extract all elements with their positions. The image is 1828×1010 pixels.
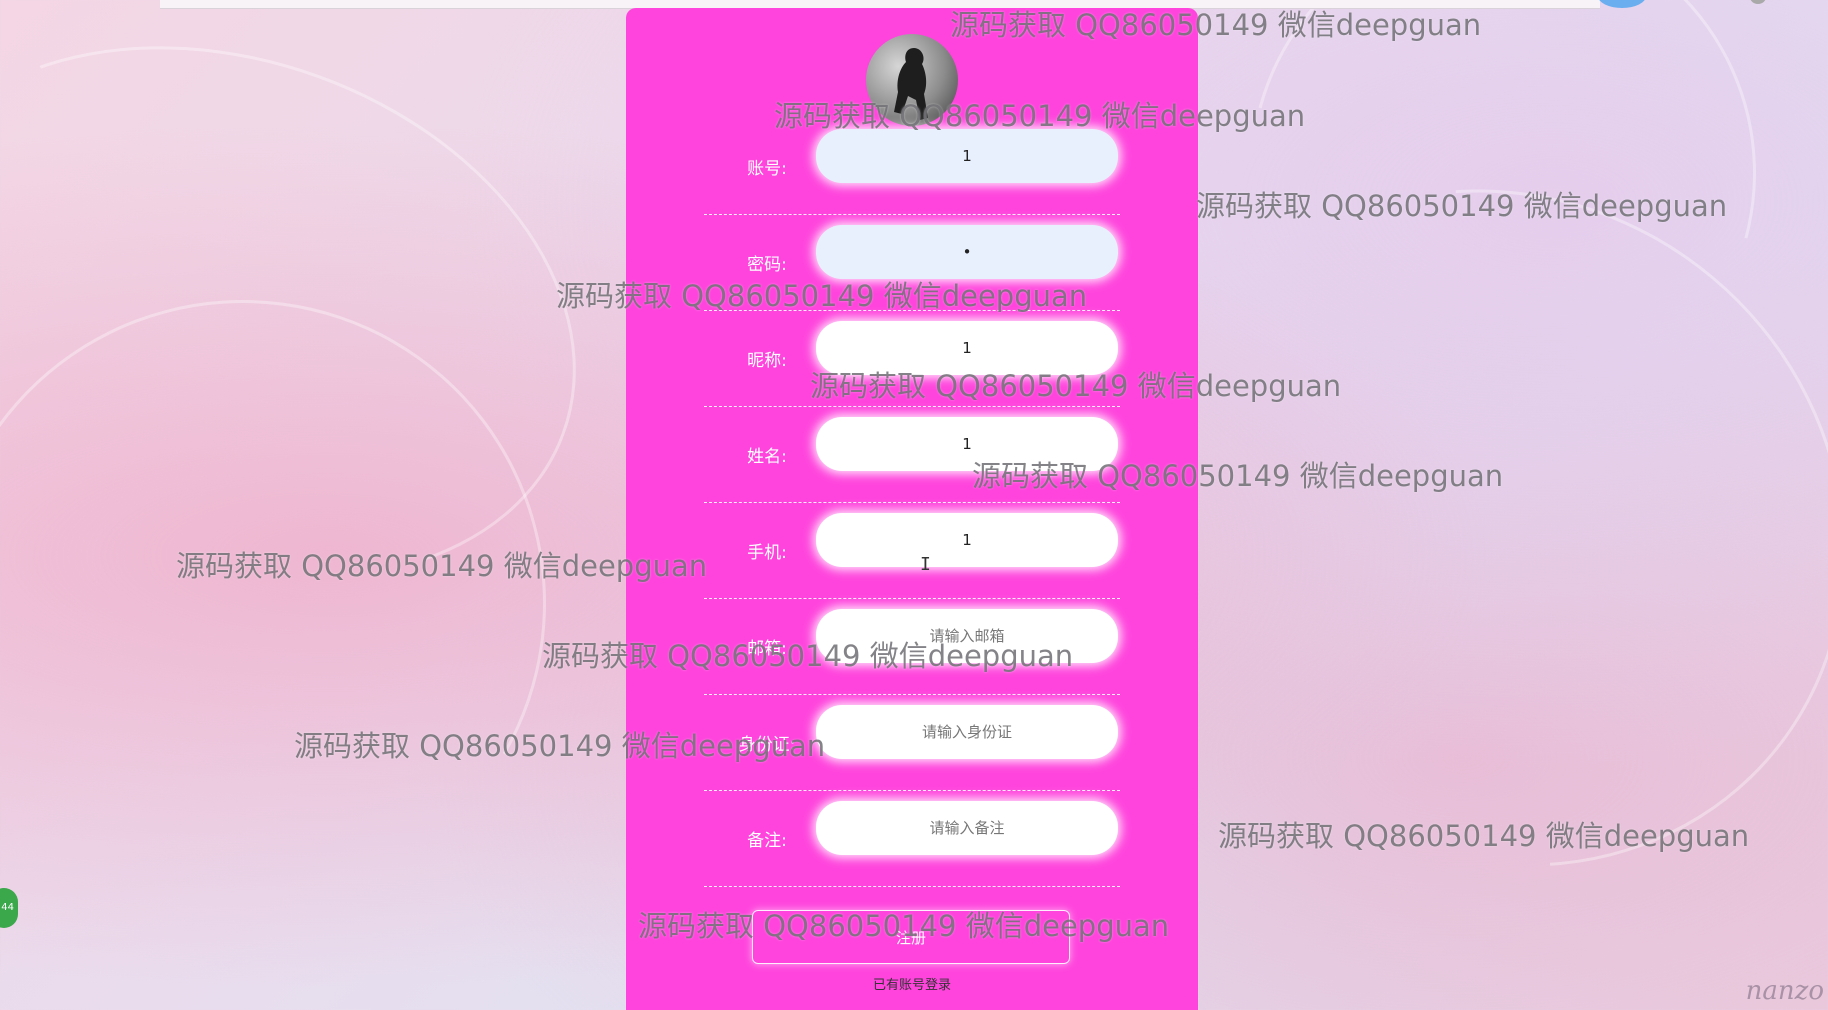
form-row-password: 密码: xyxy=(704,214,1120,311)
remark-input[interactable] xyxy=(816,801,1118,855)
side-floating-badge[interactable]: 44 xyxy=(0,888,18,928)
account-label: 账号: xyxy=(747,158,787,179)
name-label: 姓名: xyxy=(747,446,787,467)
form-row-account: 账号: xyxy=(704,118,1120,215)
id-card-input[interactable] xyxy=(816,705,1118,759)
password-label: 密码: xyxy=(747,254,787,275)
phone-label: 手机: xyxy=(747,542,787,563)
corner-watermark: nanzo xyxy=(1745,976,1824,1006)
text-cursor-icon: I xyxy=(920,554,931,575)
form-row-name: 姓名: xyxy=(704,406,1120,503)
form-row-nickname: 昵称: xyxy=(704,310,1120,407)
browser-button-icon[interactable] xyxy=(1750,0,1766,4)
nickname-label: 昵称: xyxy=(747,350,787,371)
avatar-image xyxy=(894,48,928,120)
name-input[interactable] xyxy=(816,417,1118,471)
nickname-input[interactable] xyxy=(816,321,1118,375)
form-row-id-card: 身份证: xyxy=(704,694,1120,791)
avatar xyxy=(866,34,958,126)
email-input[interactable] xyxy=(816,609,1118,663)
password-input[interactable] xyxy=(816,225,1118,279)
id-card-label: 身份证: xyxy=(738,734,796,755)
login-link[interactable]: 已有账号登录 xyxy=(826,974,998,993)
phone-input[interactable] xyxy=(816,513,1118,567)
register-button[interactable]: 注册 xyxy=(752,910,1070,964)
remark-label: 备注: xyxy=(747,830,787,851)
email-label: 邮箱: xyxy=(747,638,787,659)
form-row-email: 邮箱: xyxy=(704,598,1120,695)
form-row-remark: 备注: xyxy=(704,790,1120,887)
form-row-phone: 手机: xyxy=(704,502,1120,599)
account-input[interactable] xyxy=(816,129,1118,183)
